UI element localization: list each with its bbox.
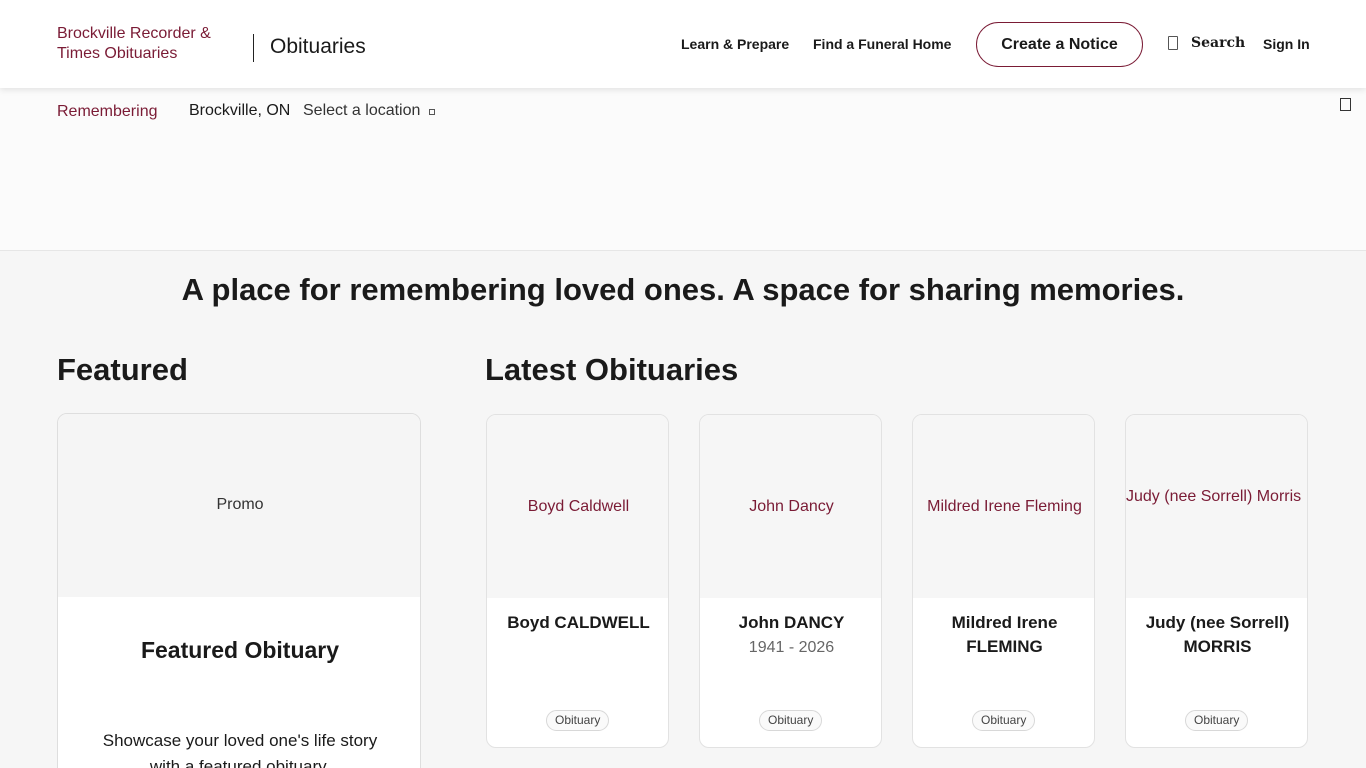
brand-title[interactable]: Obituaries xyxy=(270,35,366,59)
featured-heading: Featured xyxy=(57,352,188,387)
site-header: Brockville Recorder & Times Obituaries O… xyxy=(0,0,1366,88)
nav-learn-prepare[interactable]: Learn & Prepare xyxy=(681,36,789,52)
obituary-name: Judy (nee Sorrell) MORRIS xyxy=(1145,613,1290,656)
obituary-photo-alt: Judy (nee Sorrell) Morris xyxy=(1126,488,1302,505)
search-link[interactable]: Search xyxy=(1191,35,1245,51)
promo-image-alt: Promo xyxy=(216,496,264,513)
obituary-type-badge: Obituary xyxy=(972,710,1036,731)
nav-find-funeral-home[interactable]: Find a Funeral Home xyxy=(813,36,951,52)
obituary-type-badge: Obituary xyxy=(546,710,610,731)
create-notice-button[interactable]: Create a Notice xyxy=(976,22,1143,67)
latest-obituaries-heading: Latest Obituaries xyxy=(485,352,739,387)
obituary-name: John DANCY xyxy=(738,613,845,632)
remembering-logo: Remembering xyxy=(57,103,158,120)
featured-obituary-title: Featured Obituary xyxy=(140,637,340,663)
page-tagline: A place for remembering loved ones. A sp… xyxy=(181,272,1185,307)
obituary-photo: Judy (nee Sorrell) Morris xyxy=(1126,415,1307,598)
obituary-photo: Mildred Irene Fleming xyxy=(913,415,1094,598)
location-bar: Remembering Brockville, ON Select a loca… xyxy=(0,88,1366,251)
current-location: Brockville, ON xyxy=(189,102,291,119)
obituary-card[interactable]: Judy (nee Sorrell) Morris Judy (nee Sorr… xyxy=(1125,414,1308,748)
featured-obituary-card[interactable]: Promo Featured Obituary Showcase your lo… xyxy=(57,413,421,768)
obituary-photo: John Dancy xyxy=(700,415,881,598)
promo-image: Promo xyxy=(58,414,420,597)
logo-divider xyxy=(253,34,254,62)
obituary-card[interactable]: Mildred Irene Fleming Mildred Irene FLEM… xyxy=(912,414,1095,748)
obituary-name: Boyd CALDWELL xyxy=(507,613,650,632)
obituary-photo-alt: John Dancy xyxy=(749,498,834,515)
obituary-type-badge: Obituary xyxy=(759,710,823,731)
site-logo[interactable]: Brockville Recorder & Times Obituaries xyxy=(57,24,237,64)
search-icon[interactable] xyxy=(1168,36,1178,50)
obituary-name: Mildred Irene FLEMING xyxy=(951,613,1058,656)
obituary-card[interactable]: John Dancy John DANCY 1941 - 2026 Obitua… xyxy=(699,414,882,748)
obituary-photo-alt: Mildred Irene Fleming xyxy=(927,498,1082,515)
obituary-photo-alt: Boyd Caldwell xyxy=(527,498,630,515)
obituary-dates: 1941 - 2026 xyxy=(748,639,835,656)
featured-obituary-description: Showcase your loved one's life story wit… xyxy=(102,731,378,768)
obituary-card[interactable]: Boyd Caldwell Boyd CALDWELL Obituary xyxy=(486,414,669,748)
obituary-photo: Boyd Caldwell xyxy=(487,415,668,598)
obituary-type-badge: Obituary xyxy=(1185,710,1249,731)
sign-in-link[interactable]: Sign In xyxy=(1263,36,1310,52)
select-location-button[interactable]: Select a location xyxy=(303,102,420,120)
bookmark-icon[interactable] xyxy=(1340,98,1351,111)
chevron-down-icon[interactable] xyxy=(429,109,435,115)
